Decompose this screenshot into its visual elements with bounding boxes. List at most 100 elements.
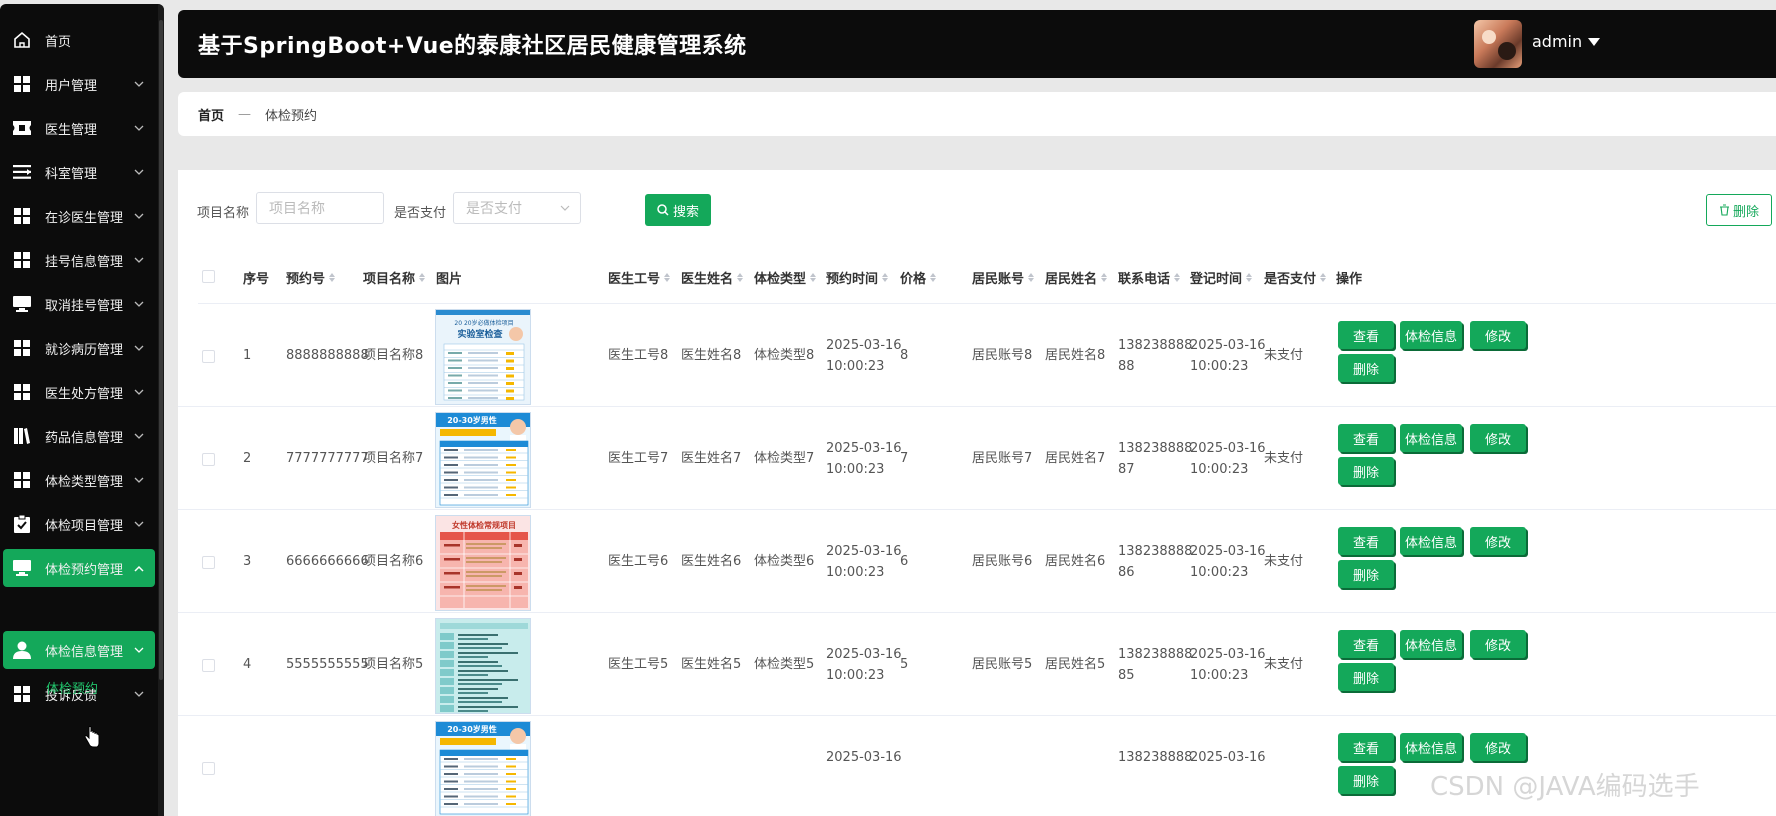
view-button[interactable]: 查看 <box>1338 630 1394 658</box>
batch-delete-label: 删除 <box>1732 204 1759 220</box>
row-checkbox[interactable] <box>202 762 215 775</box>
row-image[interactable]: 女性体检常规项目 <box>435 515 531 611</box>
view-button[interactable]: 查看 <box>1338 321 1394 349</box>
column-header-label: 预约时间 <box>826 272 879 287</box>
sidebar-item-6[interactable]: 取消挂号管理 <box>3 285 155 323</box>
sidebar-scroll-thumb[interactable] <box>159 20 163 680</box>
row-checkbox[interactable] <box>202 556 215 569</box>
sort-icon[interactable] <box>664 273 671 282</box>
row-checkbox[interactable] <box>202 350 215 363</box>
column-header-5[interactable]: 医生姓名 <box>681 268 744 287</box>
row-checkbox[interactable] <box>202 659 215 672</box>
view-button[interactable]: 查看 <box>1338 527 1394 555</box>
row-image[interactable] <box>435 618 531 714</box>
info-button[interactable]: 体检信息 <box>1400 733 1462 761</box>
paid-status-select[interactable]: 是否支付 <box>453 192 581 224</box>
column-header-9[interactable]: 居民账号 <box>972 268 1035 287</box>
column-header-2[interactable]: 项目名称 <box>363 268 426 287</box>
sort-icon[interactable] <box>930 273 937 282</box>
column-header-10[interactable]: 居民姓名 <box>1045 268 1108 287</box>
grid-icon <box>11 206 33 226</box>
sidebar-item-7[interactable]: 就诊病历管理 <box>3 329 155 367</box>
search-button[interactable]: 搜索 <box>645 194 711 226</box>
chevron-down-icon <box>134 125 144 131</box>
delete-button[interactable]: 删除 <box>1338 766 1394 794</box>
cell-time1: 2025-03-16 <box>826 544 902 559</box>
search-icon <box>657 204 669 216</box>
ticket-icon <box>11 118 33 138</box>
submenu-item-booking[interactable]: 体检预约 <box>46 678 98 697</box>
grid-icon <box>11 250 33 270</box>
sort-icon[interactable] <box>1246 273 1253 282</box>
info-button[interactable]: 体检信息 <box>1400 630 1462 658</box>
edit-button[interactable]: 修改 <box>1470 527 1526 555</box>
sort-icon[interactable] <box>1320 273 1327 282</box>
row-image[interactable]: 20 20岁必做体检项目 实验室检查 <box>435 309 531 405</box>
sidebar-item-9[interactable]: 药品信息管理 <box>3 417 155 455</box>
sidebar-item-2[interactable]: 医生管理 <box>3 109 155 147</box>
column-header-11[interactable]: 联系电话 <box>1118 268 1181 287</box>
sidebar-item-3[interactable]: 科室管理 <box>3 153 155 191</box>
sort-icon[interactable] <box>737 273 744 282</box>
delete-button[interactable]: 删除 <box>1338 354 1394 382</box>
edit-button[interactable]: 修改 <box>1470 321 1526 349</box>
sort-icon[interactable] <box>882 273 889 282</box>
sidebar-item-label: 挂号信息管理 <box>45 254 124 270</box>
cell-doc_name: 医生姓名8 <box>681 348 742 363</box>
select-all-checkbox[interactable] <box>202 270 215 283</box>
sidebar-item-8[interactable]: 医生处方管理 <box>3 373 155 411</box>
sort-icon[interactable] <box>1174 273 1181 282</box>
breadcrumb-home[interactable]: 首页 <box>198 105 224 124</box>
edit-button[interactable]: 修改 <box>1470 733 1526 761</box>
cell-time1: 2025-03-16 <box>826 750 902 765</box>
row-image[interactable]: 20-30岁男性 <box>435 412 531 508</box>
sidebar-item-label: 用户管理 <box>45 78 98 94</box>
info-button[interactable]: 体检信息 <box>1400 321 1462 349</box>
info-button[interactable]: 体检信息 <box>1400 424 1462 452</box>
sidebar-item-label: 体检预约管理 <box>45 562 124 578</box>
sort-icon[interactable] <box>1028 273 1035 282</box>
chevron-down-icon <box>134 691 144 697</box>
sidebar-item-10[interactable]: 体检类型管理 <box>3 461 155 499</box>
sidebar-item-4[interactable]: 在诊医生管理 <box>3 197 155 235</box>
project-name-placeholder: 项目名称 <box>269 201 325 217</box>
chevron-down-icon <box>134 257 144 263</box>
column-header-label: 预约号 <box>286 272 326 287</box>
sidebar-item-12[interactable]: 体检预约管理 <box>3 549 155 587</box>
avatar[interactable] <box>1474 20 1522 68</box>
column-header-4[interactable]: 医生工号 <box>608 268 671 287</box>
batch-delete-button[interactable]: 删除 <box>1706 194 1772 226</box>
column-header-12[interactable]: 登记时间 <box>1190 268 1253 287</box>
column-header-7[interactable]: 预约时间 <box>826 268 889 287</box>
sidebar-item-1[interactable]: 用户管理 <box>3 65 155 103</box>
chevron-down-icon <box>134 433 144 439</box>
row-checkbox[interactable] <box>202 453 215 466</box>
column-header-label: 居民账号 <box>972 272 1025 287</box>
edit-button[interactable]: 修改 <box>1470 630 1526 658</box>
edit-button[interactable]: 修改 <box>1470 424 1526 452</box>
row-image[interactable]: 20-30岁男性 <box>435 721 531 816</box>
column-header-8[interactable]: 价格 <box>900 268 937 287</box>
project-name-input[interactable]: 项目名称 <box>256 192 384 224</box>
column-header-6[interactable]: 体检类型 <box>754 268 817 287</box>
sort-icon[interactable] <box>1101 273 1108 282</box>
info-button[interactable]: 体检信息 <box>1400 527 1462 555</box>
delete-button[interactable]: 删除 <box>1338 560 1394 588</box>
view-button[interactable]: 查看 <box>1338 424 1394 452</box>
cell-index: 1 <box>243 348 252 363</box>
column-header-13[interactable]: 是否支付 <box>1264 268 1327 287</box>
sort-icon[interactable] <box>329 273 336 282</box>
cell-project: 项目名称5 <box>363 657 424 672</box>
sidebar-item-11[interactable]: 体检项目管理 <box>3 505 155 543</box>
view-button[interactable]: 查看 <box>1338 733 1394 761</box>
sidebar-item-5[interactable]: 挂号信息管理 <box>3 241 155 279</box>
sidebar-item-13[interactable]: 体检信息管理 <box>3 631 155 669</box>
sort-icon[interactable] <box>419 273 426 282</box>
sidebar-item-0[interactable]: 首页 <box>3 21 155 59</box>
user-menu[interactable]: admin <box>1532 32 1601 51</box>
delete-button[interactable]: 删除 <box>1338 457 1394 485</box>
column-header-1[interactable]: 预约号 <box>286 268 336 287</box>
sidebar-scrollbar[interactable] <box>158 4 164 816</box>
delete-button[interactable]: 删除 <box>1338 663 1394 691</box>
sort-icon[interactable] <box>810 273 817 282</box>
